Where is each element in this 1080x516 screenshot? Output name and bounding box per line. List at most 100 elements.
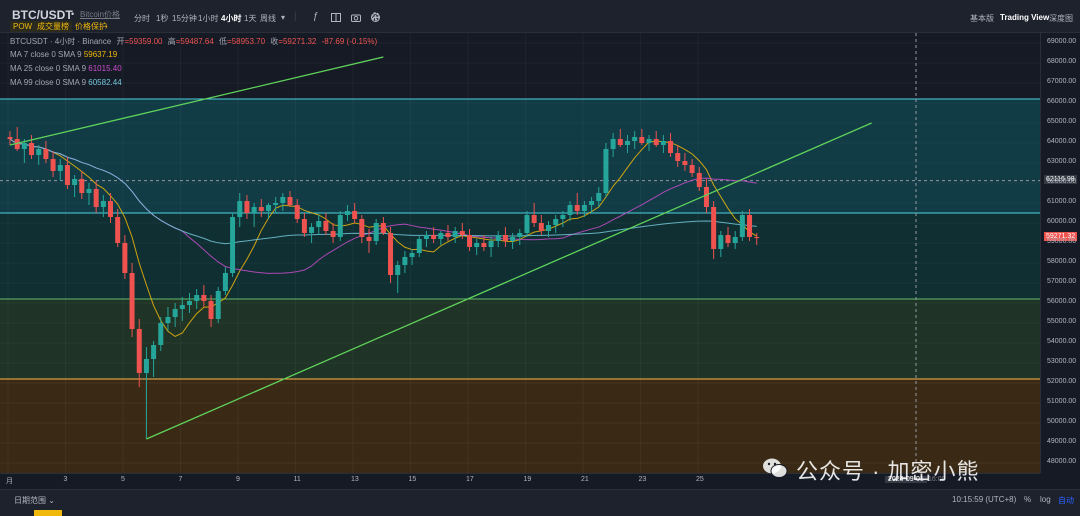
candle-body	[244, 201, 250, 213]
candle-body	[43, 149, 49, 159]
candle-body	[675, 153, 681, 161]
time-tick: 19	[523, 476, 532, 483]
percent-toggle[interactable]: %	[1024, 495, 1031, 504]
chip-arrow[interactable]: ›	[102, 21, 111, 32]
symbol-dot: •	[71, 9, 75, 19]
price-tick: 69000.00	[1047, 38, 1077, 45]
candle-body	[660, 141, 666, 145]
candle-body	[237, 201, 243, 217]
pow-chip[interactable]: POW	[10, 21, 36, 32]
candle-body	[459, 231, 465, 235]
separator: |	[294, 11, 297, 22]
candle-body	[323, 221, 329, 231]
tab-basic[interactable]: 基本版	[970, 13, 994, 24]
tab-tradingview[interactable]: Trading View	[1000, 13, 1049, 22]
price-axis[interactable]: 62116.98 59271.32 69000.00 68000.00 67000.…	[1040, 33, 1080, 473]
candle-body	[187, 301, 192, 305]
bitcoin-price-link[interactable]: Bitcoin价格	[80, 9, 120, 20]
tf-1h[interactable]: 1小时	[198, 13, 218, 24]
candle-body	[646, 139, 652, 143]
candle-body	[100, 201, 106, 207]
candle-body	[431, 235, 437, 239]
indicator-icon[interactable]: ƒ	[313, 11, 319, 22]
legend-ma99[interactable]: MA 99 close 0 SMA 9 60582.44	[10, 78, 122, 87]
price-tick: 56000.00	[1047, 298, 1077, 305]
candle-body	[136, 329, 142, 373]
candle-body	[567, 205, 573, 215]
candle-83	[603, 143, 609, 197]
candle-body	[581, 205, 587, 211]
candle-body	[352, 211, 358, 219]
candle-body	[732, 237, 738, 243]
camera-icon[interactable]	[351, 13, 361, 22]
symbol-title[interactable]: BTC/USDT	[12, 8, 73, 22]
candle-body	[258, 207, 264, 211]
candle-body	[280, 197, 286, 203]
price-tick: 65000.00	[1047, 118, 1077, 125]
log-toggle[interactable]: log	[1040, 495, 1051, 504]
candle-17	[129, 263, 135, 337]
candle-body	[416, 239, 422, 253]
candle-body	[452, 231, 458, 237]
tf-timeshare[interactable]: 分时	[134, 13, 150, 24]
layout-icon[interactable]	[331, 13, 341, 22]
candle-31	[230, 213, 236, 277]
candle-body	[546, 225, 551, 231]
legend-ma7[interactable]: MA 7 close 0 SMA 9 59637.19	[10, 50, 117, 59]
candle-body	[158, 323, 164, 345]
candle-body	[301, 219, 307, 233]
time-tick: 13	[351, 476, 359, 483]
price-tick: 63000.00	[1047, 158, 1077, 165]
price-tick: 55000.00	[1047, 318, 1077, 325]
settings-icon[interactable]	[370, 11, 381, 22]
candle-body	[632, 137, 638, 141]
tf-4h[interactable]: 4小时	[221, 13, 241, 24]
candle-body	[230, 217, 236, 273]
tf-1d[interactable]: 1天	[244, 13, 256, 24]
candle-body	[108, 201, 114, 217]
candle-body	[725, 235, 731, 243]
zone-1	[0, 213, 1040, 299]
candle-body	[64, 165, 70, 185]
tf-week[interactable]: 周线	[260, 13, 276, 24]
candle-body	[215, 291, 221, 319]
candle-body	[273, 203, 279, 205]
legend-title: BTCUSDT · 4小时 · Binance	[10, 37, 112, 46]
candle-body	[57, 165, 63, 171]
time-tick: 21	[581, 476, 589, 483]
legend-ma25[interactable]: MA 25 close 0 SMA 9 61015.40	[10, 64, 122, 73]
clock-label[interactable]: 10:15:59 (UTC+8)	[952, 495, 1016, 504]
legend-open: =59359.00	[124, 37, 163, 46]
price-tick: 49000.00	[1047, 438, 1077, 445]
candle-102	[739, 211, 745, 241]
auto-toggle[interactable]: 自动	[1058, 495, 1074, 506]
orange-tab[interactable]	[34, 510, 62, 516]
candlestick-chart[interactable]	[0, 33, 1040, 473]
tf-1s[interactable]: 1秒	[156, 13, 168, 24]
dropdown-icon[interactable]: ▾	[281, 13, 285, 22]
time-tick: 3	[63, 476, 68, 483]
bottom-bar: 日期范围 ⌄ 10:15:59 (UTC+8) % log 自动	[0, 489, 1080, 516]
candle-body	[21, 143, 27, 149]
candle-body	[481, 243, 487, 247]
chart-pane[interactable]: BTCUSDT · 4小时 · Binance 开=59359.00 高=594…	[0, 33, 1040, 473]
tf-15m[interactable]: 15分钟	[172, 13, 197, 24]
candle-body	[179, 305, 185, 309]
candle-body	[172, 309, 178, 317]
date-range-button[interactable]: 日期范围 ⌄	[14, 495, 55, 506]
tab-depth[interactable]: 深度图	[1049, 13, 1073, 24]
volume-rank-chip[interactable]: 成交量榜	[34, 21, 72, 32]
candle-body	[129, 273, 135, 329]
candle-body	[29, 143, 35, 155]
candle-body	[165, 317, 171, 323]
legend-high: =59487.64	[175, 37, 214, 46]
candle-body	[373, 223, 379, 241]
candle-body	[747, 215, 753, 237]
legend-close: =59271.32	[278, 37, 317, 46]
candle-body	[122, 243, 128, 273]
time-tick: 17	[466, 476, 474, 483]
candle-29	[215, 287, 221, 323]
candle-body	[294, 205, 300, 219]
top-toolbar: BTC/USDT • Bitcoin价格 POW 成交量榜 价格保护 › 分时 …	[0, 0, 1080, 33]
candle-body	[194, 295, 200, 301]
